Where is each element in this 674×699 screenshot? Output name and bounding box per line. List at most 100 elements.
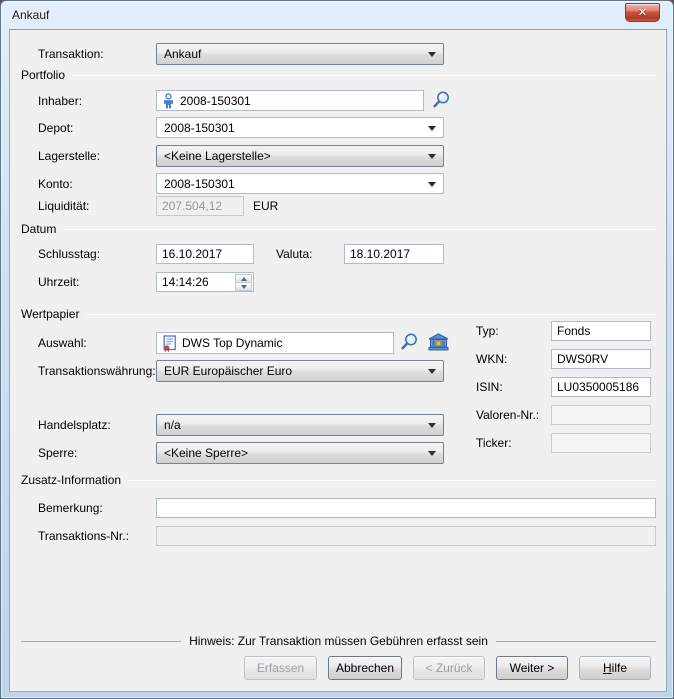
waehrung-value: EUR Europäischer Euro <box>164 364 292 378</box>
wkn-label: WKN: <box>476 352 507 366</box>
hint-row: Hinweis: Zur Transaktion müssen Gebühren… <box>21 634 656 648</box>
auswahl-field[interactable]: DWS Top Dynamic <box>156 332 394 354</box>
isin-label: ISIN: <box>476 380 503 394</box>
isin-field: LU0350005186 <box>551 377 651 397</box>
transaktions-nr-label: Transaktions-Nr.: <box>38 529 129 543</box>
hint-divider <box>496 641 656 642</box>
ticker-label: Ticker: <box>476 436 512 450</box>
chevron-down-icon <box>428 182 436 187</box>
schlusstag-field[interactable]: 16.10.2017 <box>156 244 254 264</box>
uhrzeit-value: 14:14:26 <box>162 275 209 289</box>
window-title: Ankauf <box>12 8 49 22</box>
isin-value: LU0350005186 <box>557 380 639 394</box>
schlusstag-value: 16.10.2017 <box>162 247 222 261</box>
hilfe-button-label: Hilfe <box>603 661 627 675</box>
group-divider <box>86 314 656 315</box>
lagerstelle-value: <Keine Lagerstelle> <box>164 149 271 163</box>
chevron-down-icon <box>428 126 436 131</box>
document-icon <box>162 335 177 352</box>
ticker-field <box>551 433 651 453</box>
uhrzeit-label: Uhrzeit: <box>38 275 79 289</box>
handelsplatz-label: Handelsplatz: <box>38 418 111 432</box>
arrow-up-icon <box>241 277 247 281</box>
valoren-field <box>551 405 651 425</box>
search-icon <box>432 90 451 112</box>
erfassen-button: Erfassen <box>244 656 317 680</box>
arrow-down-icon <box>241 285 247 289</box>
wkn-field: DWS0RV <box>551 349 651 369</box>
inhaber-label: Inhaber: <box>38 94 82 108</box>
auswahl-label: Auswahl: <box>38 336 87 350</box>
abbrechen-button[interactable]: Abbrechen <box>328 656 402 680</box>
weiter-button[interactable]: Weiter > <box>496 656 568 680</box>
lagerstelle-label: Lagerstelle: <box>38 149 100 163</box>
konto-combobox[interactable]: 2008-150301 <box>156 173 444 194</box>
sperre-combobox[interactable]: <Keine Sperre> <box>156 442 444 464</box>
bank-icon <box>428 333 449 354</box>
uhrzeit-field[interactable]: 14:14:26 <box>156 272 254 292</box>
close-button[interactable]: ✕ <box>625 3 660 22</box>
chevron-down-icon <box>428 423 436 428</box>
valuta-value: 18.10.2017 <box>350 247 410 261</box>
close-icon: ✕ <box>638 7 647 18</box>
chevron-down-icon <box>428 451 436 456</box>
transaktion-label: Transaktion: <box>38 47 104 61</box>
portfolio-group-header: Portfolio <box>21 68 656 82</box>
search-icon <box>400 332 419 354</box>
chevron-down-icon <box>428 154 436 159</box>
ankauf-dialog-window: Ankauf ✕ Transaktion: Ankauf Portfolio I… <box>0 0 674 699</box>
liquiditaet-field: 207.504,12 <box>156 196 244 216</box>
abbrechen-button-label: Abbrechen <box>336 661 394 675</box>
typ-value: Fonds <box>557 324 590 338</box>
inhaber-value: 2008-150301 <box>180 94 251 108</box>
group-divider <box>72 75 656 76</box>
handelsplatz-combobox[interactable]: n/a <box>156 414 444 436</box>
valuta-label: Valuta: <box>276 247 312 261</box>
liquiditaet-currency: EUR <box>253 199 278 213</box>
typ-field: Fonds <box>551 321 651 341</box>
wertpapier-master-data-button[interactable] <box>427 332 449 354</box>
datum-group-header: Datum <box>21 222 656 236</box>
transaktion-combobox[interactable]: Ankauf <box>156 43 444 65</box>
depot-combobox[interactable]: 2008-150301 <box>156 117 444 138</box>
bemerkung-field[interactable] <box>156 498 656 518</box>
waehrung-combobox[interactable]: EUR Europäischer Euro <box>156 360 444 382</box>
konto-label: Konto: <box>38 177 73 191</box>
chevron-down-icon <box>428 369 436 374</box>
hilfe-button[interactable]: Hilfe <box>579 656 651 680</box>
hint-text: Hinweis: Zur Transaktion müssen Gebühren… <box>189 634 488 648</box>
erfassen-button-label: Erfassen <box>257 661 304 675</box>
depot-value: 2008-150301 <box>164 121 235 135</box>
konto-value: 2008-150301 <box>164 177 235 191</box>
liquiditaet-value: 207.504,12 <box>162 199 222 213</box>
depot-label: Depot: <box>38 121 73 135</box>
handelsplatz-value: n/a <box>164 418 181 432</box>
sperre-label: Sperre: <box>38 446 77 460</box>
lagerstelle-combobox[interactable]: <Keine Lagerstelle> <box>156 145 444 167</box>
liquiditaet-label: Liquidität: <box>38 199 89 213</box>
waehrung-label: Transaktionswährung: <box>38 364 156 378</box>
wkn-value: DWS0RV <box>557 352 608 366</box>
spinner-down-button[interactable] <box>235 283 252 291</box>
hint-divider <box>21 641 181 642</box>
valuta-field[interactable]: 18.10.2017 <box>344 244 444 264</box>
time-spinner[interactable] <box>235 274 252 291</box>
wertpapier-group-header: Wertpapier <box>21 307 656 321</box>
spinner-up-button[interactable] <box>235 274 252 283</box>
valoren-label: Valoren-Nr.: <box>476 408 539 422</box>
titlebar[interactable]: Ankauf ✕ <box>1 1 673 29</box>
group-divider <box>63 229 656 230</box>
person-icon <box>162 93 175 109</box>
schlusstag-label: Schlusstag: <box>38 247 100 261</box>
transaktion-value: Ankauf <box>164 47 201 61</box>
datum-caption: Datum <box>21 222 56 236</box>
wertpapier-caption: Wertpapier <box>21 307 79 321</box>
wertpapier-search-button[interactable] <box>398 332 420 354</box>
portfolio-caption: Portfolio <box>21 68 65 82</box>
inhaber-search-button[interactable] <box>430 90 452 112</box>
zusatz-group-header: Zusatz-Information <box>21 473 656 487</box>
zurueck-button: < Zurück <box>413 656 485 680</box>
zurueck-button-label: < Zurück <box>425 661 472 675</box>
chevron-down-icon <box>428 52 436 57</box>
inhaber-field[interactable]: 2008-150301 <box>156 90 424 111</box>
